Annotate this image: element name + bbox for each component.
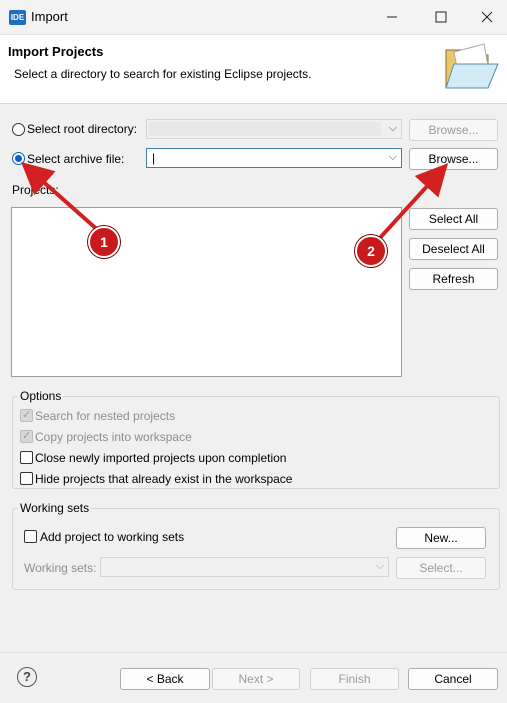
annotation-arrows: [21, 162, 449, 242]
arrow-1: [21, 162, 102, 234]
annotation-marker-1: 1: [88, 226, 120, 258]
arrow-2: [376, 163, 449, 242]
annotation-marker-2: 2: [355, 235, 387, 267]
